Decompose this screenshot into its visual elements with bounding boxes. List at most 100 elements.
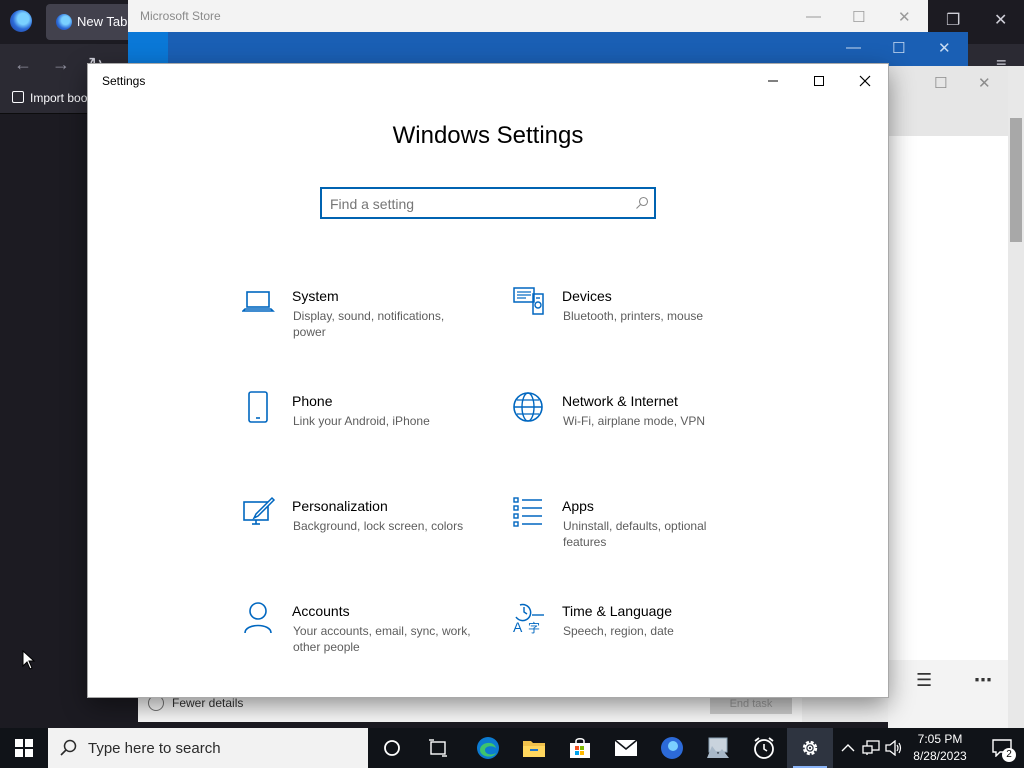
maximize-button[interactable]	[796, 64, 842, 98]
scrollbar-thumb[interactable]	[1010, 118, 1022, 242]
minimize-icon	[768, 80, 778, 82]
clock-date[interactable]: 8/28/2023	[906, 749, 974, 763]
tile-phone-desc: Link your Android, iPhone	[293, 414, 430, 428]
settings-window-title: Settings	[102, 74, 146, 88]
taskbar-search-box[interactable]: Type here to search	[48, 728, 368, 768]
back-icon[interactable]: ←	[14, 54, 32, 75]
search-icon[interactable]	[635, 196, 649, 210]
tile-network-desc: Wi-Fi, airplane mode, VPN	[563, 414, 706, 428]
checklist-icon[interactable]: ☰	[916, 670, 932, 691]
import-bookmarks-button[interactable]: Import boo	[12, 91, 87, 105]
firefox-icon	[661, 737, 683, 759]
taskbar-alarms-clock[interactable]	[741, 728, 787, 768]
mouse-cursor-icon	[22, 650, 36, 670]
tile-devices-desc: Bluetooth, printers, mouse	[563, 309, 704, 323]
tile-network-internet[interactable]: Network & Internet Wi-Fi, airplane mode,…	[512, 391, 752, 461]
taskbar-mail[interactable]	[603, 728, 649, 768]
taskbar-file-explorer[interactable]	[511, 728, 557, 768]
forward-icon[interactable]: →	[52, 54, 70, 75]
taskbar-edge[interactable]	[465, 728, 511, 768]
firefox-close-icon[interactable]: ✕	[994, 10, 1007, 30]
store-minimize-icon[interactable]: —	[806, 8, 821, 25]
show-hidden-icons-button[interactable]	[838, 738, 858, 758]
personalization-icon	[243, 496, 276, 525]
page-title: Windows Settings	[392, 122, 584, 149]
action-center-button[interactable]: 2	[980, 728, 1024, 768]
import-icon	[12, 91, 24, 103]
tile-time-language-desc: Speech, region, date	[563, 624, 674, 638]
background-blue-window: — ☐ ✕	[168, 32, 968, 66]
taskbar-firefox[interactable]	[649, 728, 695, 768]
tm-close-icon[interactable]: ✕	[978, 74, 991, 92]
start-button[interactable]	[0, 728, 48, 768]
end-task-button[interactable]: End task	[710, 694, 792, 714]
firefox-logo-icon[interactable]	[10, 10, 32, 32]
network-tray-button[interactable]	[861, 738, 881, 758]
firefox-tab-title: New Tab	[77, 14, 128, 29]
tile-system-name: System	[292, 288, 339, 304]
tile-apps[interactable]: Apps Uninstall, defaults, optional featu…	[512, 496, 752, 566]
tile-time-language-name: Time & Language	[562, 603, 672, 619]
cortana-button[interactable]	[369, 728, 415, 768]
tile-devices[interactable]: Devices Bluetooth, printers, mouse	[512, 286, 752, 356]
tile-accounts[interactable]: Accounts Your accounts, email, sync, wor…	[242, 601, 482, 671]
store-icon	[570, 738, 590, 758]
taskbar-store[interactable]	[557, 728, 603, 768]
store-maximize-icon[interactable]: ☐	[852, 8, 865, 26]
clock-time[interactable]: 7:05 PM	[906, 732, 974, 746]
blue-close-icon[interactable]: ✕	[938, 39, 951, 57]
settings-titlebar: Settings	[88, 64, 888, 98]
tile-network-name: Network & Internet	[562, 393, 678, 409]
image-viewer-icon	[707, 737, 729, 758]
apps-list-icon	[513, 497, 542, 527]
volume-tray-button[interactable]	[884, 738, 904, 758]
tile-personalization-name: Personalization	[292, 498, 388, 514]
notification-count-badge: 2	[1002, 748, 1016, 762]
fewer-details-icon[interactable]	[148, 695, 164, 711]
taskbar-search-placeholder: Type here to search	[88, 740, 221, 757]
windows-logo-icon	[15, 739, 33, 757]
speaker-icon	[885, 740, 902, 756]
laptop-icon	[242, 291, 275, 312]
globe-icon	[513, 392, 543, 422]
tile-devices-name: Devices	[562, 288, 612, 304]
task-view-button[interactable]	[415, 728, 461, 768]
close-button[interactable]	[842, 64, 888, 98]
blue-minimize-icon[interactable]: —	[846, 39, 861, 56]
tile-personalization[interactable]: Personalization Background, lock screen,…	[242, 496, 482, 566]
settings-window: Settings Windows Settings System Display…	[88, 64, 888, 697]
tile-apps-name: Apps	[562, 498, 594, 514]
minimize-button[interactable]	[750, 64, 796, 98]
store-close-icon[interactable]: ✕	[898, 8, 911, 26]
cortana-icon	[384, 740, 400, 756]
store-title: Microsoft Store	[140, 9, 221, 23]
tile-system-desc: Display, sound, notifications, power	[293, 309, 445, 339]
store-window-titlebar: Microsoft Store — ☐ ✕	[128, 0, 928, 36]
tm-maximize-icon[interactable]: ☐	[934, 74, 947, 92]
tile-personalization-desc: Background, lock screen, colors	[293, 519, 464, 533]
mail-icon	[614, 739, 638, 756]
import-label: Import boo	[30, 91, 88, 105]
task-manager-titlebar: ☐ ✕	[888, 66, 1008, 136]
taskbar-settings[interactable]	[787, 728, 833, 768]
find-setting-search-box[interactable]	[320, 187, 656, 219]
blue-maximize-icon[interactable]: ☐	[892, 39, 905, 57]
taskbar: Type here to search 7:05 PM 8/28/2023 2	[0, 728, 1024, 768]
firefox-tab-icon	[56, 14, 72, 30]
fewer-details-link[interactable]: Fewer details	[172, 696, 243, 710]
network-icon	[862, 740, 880, 755]
search-input[interactable]	[330, 194, 620, 214]
tile-phone[interactable]: Phone Link your Android, iPhone	[242, 391, 482, 461]
tile-system[interactable]: System Display, sound, notifications, po…	[242, 286, 482, 356]
tile-apps-desc: Uninstall, defaults, optional features	[563, 519, 707, 549]
more-options-icon[interactable]: ⋯	[974, 670, 992, 691]
taskbar-photos[interactable]	[695, 728, 741, 768]
tile-phone-name: Phone	[292, 393, 333, 409]
firefox-tab-new-tab[interactable]: New Tab	[46, 4, 136, 40]
tile-accounts-name: Accounts	[292, 603, 350, 619]
phone-icon	[248, 391, 268, 423]
firefox-restore-icon[interactable]: ❐	[946, 10, 960, 30]
svg-text:A: A	[513, 619, 523, 635]
tile-time-language[interactable]: A 字 Time & Language Speech, region, date	[512, 601, 752, 671]
edge-icon	[477, 737, 499, 759]
